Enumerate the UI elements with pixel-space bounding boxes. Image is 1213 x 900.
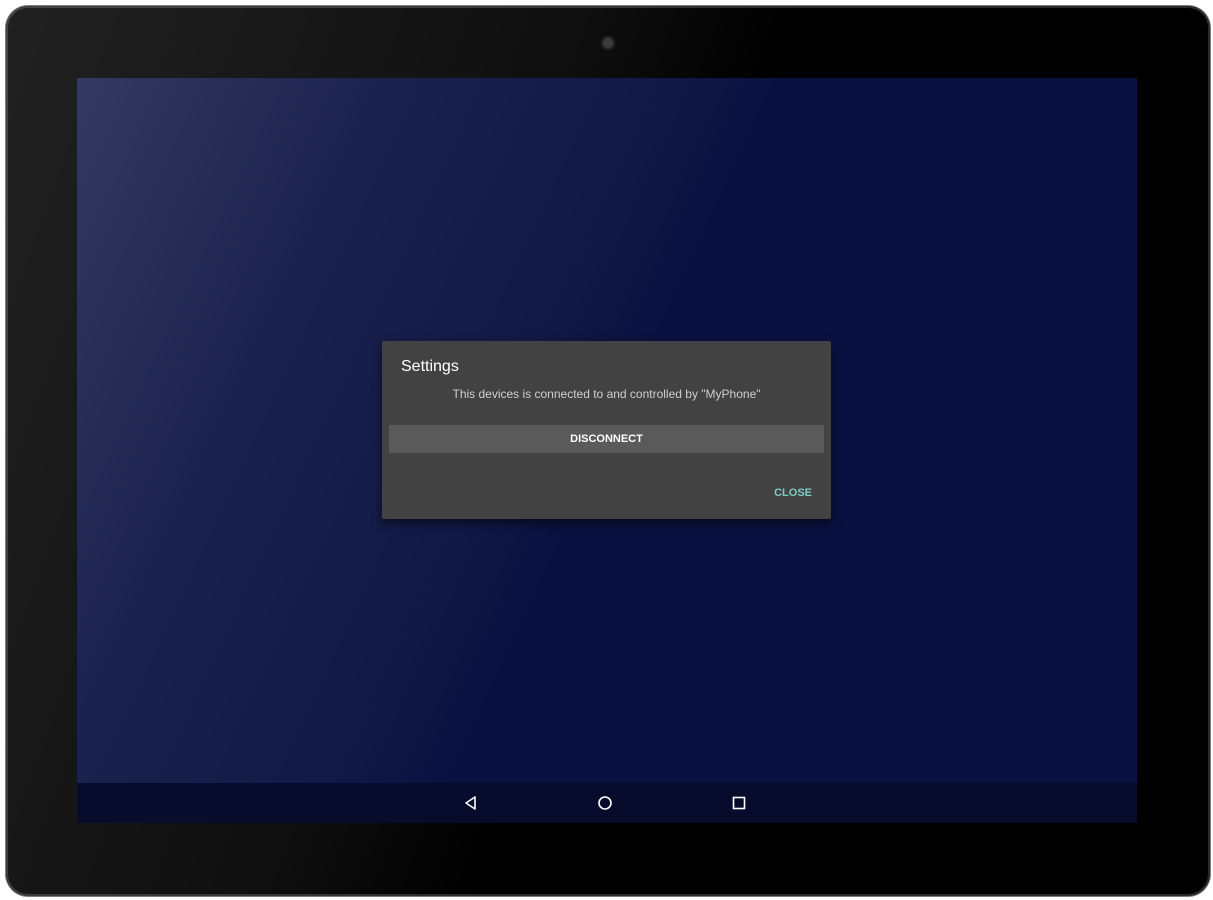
dialog-title: Settings [401,358,459,375]
recents-icon [732,796,746,810]
settings-dialog: Settings This devices is connected to an… [382,341,831,519]
home-button[interactable] [595,793,615,813]
home-icon [598,796,612,810]
front-camera [601,36,615,50]
navigation-bar [77,783,1137,823]
screen: Settings This devices is connected to an… [77,78,1137,823]
back-icon [465,796,476,810]
disconnect-button[interactable]: DISCONNECT [389,425,824,453]
close-button[interactable]: CLOSE [774,487,812,499]
recents-button[interactable] [729,793,749,813]
dialog-message: This devices is connected to and control… [452,387,761,401]
tablet-frame: Settings This devices is connected to an… [6,6,1210,896]
back-button[interactable] [461,793,481,813]
